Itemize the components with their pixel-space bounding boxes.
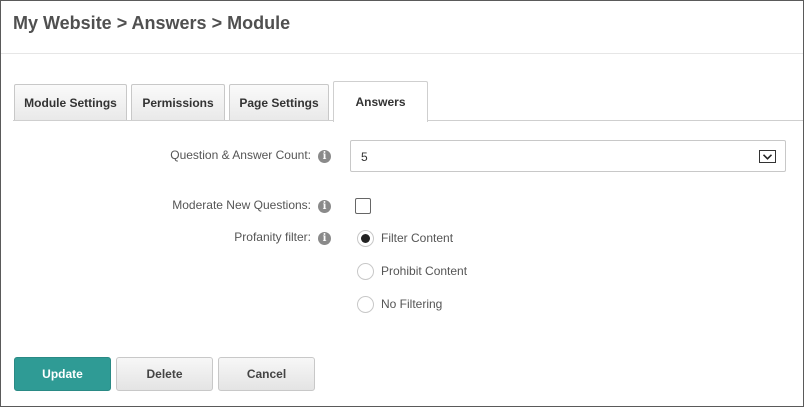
- info-icon[interactable]: i: [318, 232, 331, 245]
- radio-prohibit-content[interactable]: [357, 263, 374, 280]
- module-settings-window: My Website > Answers > Module Module Set…: [0, 0, 804, 407]
- radio-no-filtering-label[interactable]: No Filtering: [381, 297, 442, 311]
- moderate-label: Moderate New Questions:: [172, 198, 311, 212]
- update-button[interactable]: Update: [14, 357, 111, 391]
- moderate-checkbox[interactable]: [355, 198, 371, 214]
- qa-count-value: 5: [361, 150, 368, 164]
- qa-count-label: Question & Answer Count:: [170, 148, 311, 162]
- chevron-down-icon[interactable]: [759, 150, 776, 163]
- radio-filter-content[interactable]: [357, 230, 374, 247]
- profanity-label: Profanity filter:: [234, 230, 311, 244]
- info-icon[interactable]: i: [318, 150, 331, 163]
- tab-permissions[interactable]: Permissions: [131, 84, 225, 120]
- tab-answers[interactable]: Answers: [333, 81, 428, 122]
- info-icon[interactable]: i: [318, 200, 331, 213]
- qa-count-select[interactable]: 5: [350, 140, 786, 172]
- radio-no-filtering[interactable]: [357, 296, 374, 313]
- radio-prohibit-content-label[interactable]: Prohibit Content: [381, 264, 467, 278]
- delete-button[interactable]: Delete: [116, 357, 213, 391]
- tab-bar: Module Settings Permissions Page Setting…: [1, 1, 803, 122]
- radio-filter-content-label[interactable]: Filter Content: [381, 231, 453, 245]
- tab-page-settings[interactable]: Page Settings: [229, 84, 329, 120]
- tab-module-settings[interactable]: Module Settings: [14, 84, 127, 120]
- cancel-button[interactable]: Cancel: [218, 357, 315, 391]
